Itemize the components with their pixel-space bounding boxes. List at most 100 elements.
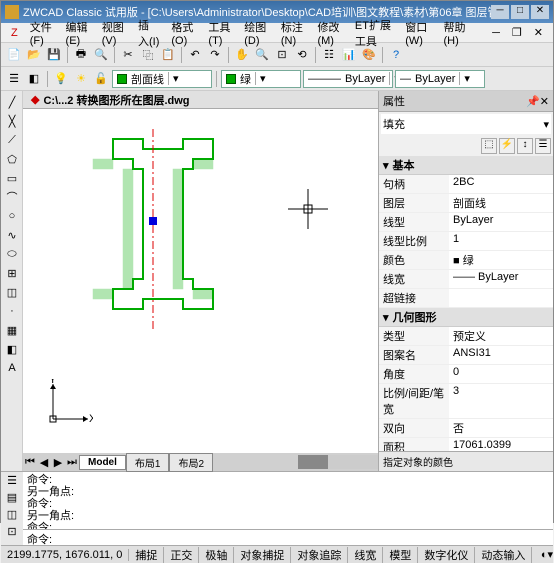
prop-section[interactable]: 几何图形 (379, 308, 553, 327)
dyn-toggle[interactable]: 动态输入 (475, 547, 532, 563)
polygon-icon[interactable]: ⬠ (3, 150, 21, 168)
minimize-button[interactable]: ─ (491, 5, 509, 19)
prop-row[interactable]: 角度0 (379, 365, 553, 384)
doc-minimize-button[interactable]: ─ (486, 25, 506, 41)
chevron-down-icon[interactable]: ▾ (543, 118, 549, 131)
prop-row[interactable]: 图层剖面线 (379, 194, 553, 213)
spline-icon[interactable]: ∿ (3, 226, 21, 244)
circle-icon[interactable]: ○ (3, 207, 21, 225)
command-input[interactable] (56, 530, 553, 545)
menu-help[interactable]: 帮助(H) (437, 17, 474, 49)
prop-value[interactable]: 3 (449, 384, 553, 418)
close-button[interactable]: ✕ (531, 5, 549, 19)
cmd-tool-icon[interactable]: ▤ (3, 491, 21, 507)
tablet-toggle[interactable]: 数字化仪 (418, 547, 475, 563)
freeze-icon[interactable]: ☀ (72, 70, 90, 88)
status-tray-icon[interactable]: ▾ (547, 548, 553, 561)
point-icon[interactable]: · (3, 302, 21, 320)
pan-icon[interactable]: ✋ (233, 46, 251, 64)
zoom-icon[interactable]: 🔍 (253, 46, 271, 64)
insert-icon[interactable]: ⊞ (3, 264, 21, 282)
drawing-viewport[interactable]: XY (23, 109, 378, 453)
maximize-button[interactable]: □ (511, 5, 529, 19)
ortho-toggle[interactable]: 正交 (164, 547, 199, 563)
status-tray-icon[interactable]: ◐ (541, 549, 548, 561)
pin-icon[interactable]: 📌 (526, 95, 540, 108)
text-icon[interactable]: A (3, 359, 21, 377)
menu-window[interactable]: 窗口(W) (399, 17, 437, 49)
snap-toggle[interactable]: 捕捉 (129, 547, 164, 563)
prop-row[interactable]: 双向否 (379, 419, 553, 438)
layer-manager-icon[interactable]: ☰ (5, 70, 23, 88)
prop-row[interactable]: 线型比例1 (379, 232, 553, 251)
preview-icon[interactable]: 🔍 (92, 46, 110, 64)
list-icon[interactable]: ☰ (535, 138, 551, 154)
model-toggle[interactable]: 模型 (383, 547, 418, 563)
prop-row[interactable]: 线型ByLayer (379, 213, 553, 232)
line-icon[interactable]: ╱ (3, 93, 21, 111)
bulb-on-icon[interactable]: 💡 (52, 70, 70, 88)
prop-row[interactable]: 比例/间距/笔宽3 (379, 384, 553, 419)
cmd-tool-icon[interactable]: ☰ (3, 474, 21, 490)
cmd-tool-icon[interactable]: ⊡ (3, 525, 21, 541)
prop-value[interactable]: 17061.0399 (449, 438, 553, 451)
prop-row[interactable]: 超链接 (379, 289, 553, 308)
menu-modify[interactable]: 修改(M) (311, 17, 348, 49)
menu-file[interactable]: 文件(F) (24, 17, 60, 49)
tab-prev-icon[interactable]: ◀ (37, 456, 51, 469)
prop-row[interactable]: 面积17061.0399 (379, 438, 553, 451)
command-history[interactable]: 命令:另一角点:命令:另一角点:命令:另一角点:命令:另一角点: (23, 472, 553, 529)
paste-icon[interactable]: 📋 (159, 46, 177, 64)
rect-icon[interactable]: ▭ (3, 169, 21, 187)
tab-first-icon[interactable]: ⏮ (23, 456, 37, 469)
prop-value[interactable]: 1 (449, 232, 553, 250)
open-icon[interactable]: 📂 (25, 46, 43, 64)
tab-last-icon[interactable]: ⏭ (65, 456, 79, 469)
zoom-prev-icon[interactable]: ⟲ (293, 46, 311, 64)
design-center-icon[interactable]: 📊 (340, 46, 358, 64)
select-icon[interactable]: ⬚ (481, 138, 497, 154)
cmd-tool-icon[interactable]: ◫ (3, 508, 21, 524)
copy-icon[interactable]: ⿻ (139, 46, 157, 64)
region-icon[interactable]: ◧ (3, 340, 21, 358)
lineweight-combo[interactable]: — ByLayer ▾ (395, 70, 485, 88)
menu-edit[interactable]: 编辑(E) (60, 17, 96, 49)
prop-section[interactable]: 基本 (379, 156, 553, 175)
arc-icon[interactable]: ⌒ (3, 188, 21, 206)
menu-draw[interactable]: 绘图(D) (238, 17, 275, 49)
print-icon[interactable]: 🖶 (72, 46, 90, 64)
hscroll-track[interactable] (298, 455, 378, 469)
prop-row[interactable]: 图案名ANSI31 (379, 346, 553, 365)
prop-value[interactable]: 2BC (449, 175, 553, 193)
doc-restore-button[interactable]: ❐ (506, 24, 528, 41)
toggle-pickadd-icon[interactable]: ↕ (517, 138, 533, 154)
menu-dim[interactable]: 标注(N) (275, 17, 312, 49)
xline-icon[interactable]: ╳ (3, 112, 21, 130)
prop-value[interactable]: —— ByLayer (449, 270, 553, 288)
menu-view[interactable]: 视图(V) (96, 17, 132, 49)
prop-row[interactable]: 线宽—— ByLayer (379, 270, 553, 289)
prop-value[interactable]: 否 (449, 419, 553, 437)
redo-icon[interactable]: ↷ (206, 46, 224, 64)
help-icon[interactable]: ? (387, 46, 405, 64)
coordinates[interactable]: 2199.1775, 1676.011, 0 (1, 549, 129, 561)
prop-value[interactable]: ByLayer (449, 213, 553, 231)
quick-select-icon[interactable]: ⚡ (499, 138, 515, 154)
linetype-combo[interactable]: ——— ByLayer ▾ (303, 70, 393, 88)
hatch-icon[interactable]: ▦ (3, 321, 21, 339)
tab-layout1[interactable]: 布局1 (126, 453, 170, 472)
tab-next-icon[interactable]: ▶ (51, 456, 65, 469)
prop-value[interactable]: ANSI31 (449, 346, 553, 364)
tool-palette-icon[interactable]: 🎨 (360, 46, 378, 64)
tab-model[interactable]: Model (79, 455, 126, 470)
cut-icon[interactable]: ✂ (119, 46, 137, 64)
document-tab[interactable]: ◆ C:\...2 转换图形所在图层.dwg (23, 91, 378, 109)
prop-row[interactable]: 类型预定义 (379, 327, 553, 346)
color-combo[interactable]: 绿 ▾ (221, 70, 301, 88)
new-icon[interactable]: 📄 (5, 46, 23, 64)
prop-value[interactable]: 剖面线 (449, 194, 553, 212)
polar-toggle[interactable]: 极轴 (199, 547, 234, 563)
prop-value[interactable]: 0 (449, 365, 553, 383)
ellipse-icon[interactable]: ⬭ (3, 245, 21, 263)
prop-row[interactable]: 颜色■ 绿 (379, 251, 553, 270)
